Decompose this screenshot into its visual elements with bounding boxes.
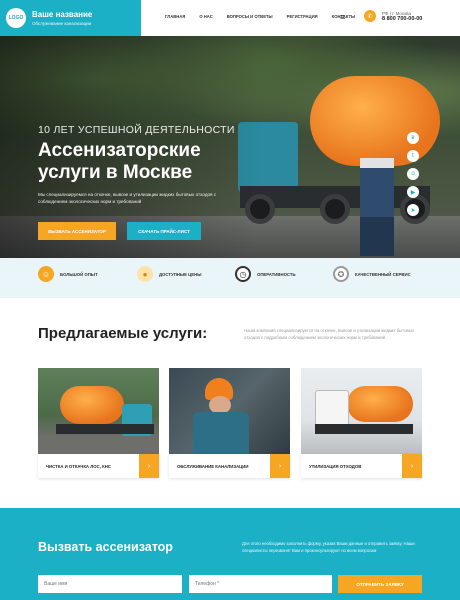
award-icon: ✪ xyxy=(333,266,349,282)
nav-item-about[interactable]: О нас xyxy=(199,14,212,19)
submit-request-button[interactable]: Отправить заявку xyxy=(338,575,422,593)
services-title: Предлагаемые услуги: xyxy=(38,325,208,342)
service-card-label: Чистка и откачка ЛОС, КНС xyxy=(46,463,111,469)
phone-icon[interactable]: ✆ xyxy=(364,10,376,22)
truck-wheel xyxy=(320,194,350,224)
call-tanker-button[interactable]: Вызвать ассенизатор xyxy=(38,222,116,240)
telegram-icon[interactable]: ➤ xyxy=(407,204,419,216)
call-request-section: Вызвать ассенизатор Для этого необходимо… xyxy=(0,508,460,600)
contact-text: РФ | г. Москва 8 800 700-00-00 xyxy=(382,11,422,22)
name-input[interactable] xyxy=(38,575,182,593)
logo[interactable]: LOGO xyxy=(6,8,26,28)
service-card-label: Утилизация отходов xyxy=(309,463,362,469)
site-tagline: Обслуживание канализации xyxy=(32,20,92,26)
brand-block[interactable]: LOGO Ваше название Обслуживание канализа… xyxy=(0,0,141,36)
twitter-icon[interactable]: t xyxy=(407,150,419,162)
services-description: Наша компания специализируется на откачк… xyxy=(244,328,414,340)
chevron-right-icon[interactable]: › xyxy=(270,454,290,478)
hero-title: Ассенизаторские услуги в Москве xyxy=(38,140,201,183)
chevron-right-icon[interactable]: › xyxy=(402,454,422,478)
feature-label: Большой опыт xyxy=(60,271,98,277)
phone-number[interactable]: 8 800 700-00-00 xyxy=(382,16,422,22)
hero-kicker: 10 лет успешной деятельности xyxy=(38,124,235,136)
service-image xyxy=(38,368,159,454)
feature-item: ● Доступные цены xyxy=(137,266,201,282)
hamburger-icon[interactable]: ≡ xyxy=(340,12,345,22)
service-image xyxy=(301,368,422,454)
service-card[interactable]: Утилизация отходов › xyxy=(301,368,422,478)
feature-item: ◷ Оперативность xyxy=(235,266,296,282)
service-card-label: Обслуживание канализации xyxy=(177,463,249,469)
brand-text: Ваше название Обслуживание канализации xyxy=(32,10,92,27)
service-card[interactable]: Обслуживание канализации › xyxy=(169,368,290,478)
service-card-footer: Чистка и откачка ЛОС, КНС › xyxy=(38,454,159,478)
clock-icon: ◷ xyxy=(235,266,251,282)
service-image xyxy=(169,368,290,454)
coins-icon: ● xyxy=(137,266,153,282)
service-card[interactable]: Чистка и откачка ЛОС, КНС › xyxy=(38,368,159,478)
feature-label: Качественный сервис xyxy=(355,271,411,277)
download-price-button[interactable]: Скачать прайс-лист xyxy=(127,222,201,240)
service-card-footer: Утилизация отходов › xyxy=(301,454,422,478)
nav-item-home[interactable]: Главная xyxy=(165,14,185,19)
feature-item: ✪ Качественный сервис xyxy=(333,266,411,282)
youtube-icon[interactable]: ▶ xyxy=(407,186,419,198)
nav-item-register[interactable]: Регистрация xyxy=(287,14,318,19)
worker-icon: ☺ xyxy=(38,266,54,282)
chevron-right-icon[interactable]: › xyxy=(139,454,159,478)
call-title: Вызвать ассенизатор xyxy=(38,540,173,554)
feature-label: Доступные цены xyxy=(159,271,202,277)
nav-item-faq[interactable]: Вопросы и ответы xyxy=(227,14,273,19)
site-header: LOGO Ваше название Обслуживание канализа… xyxy=(0,0,460,36)
phone-input[interactable] xyxy=(189,575,332,593)
vk-icon[interactable]: в xyxy=(407,132,419,144)
call-description: Для этого необходимо заполнить форму, ук… xyxy=(242,541,415,553)
service-card-footer: Обслуживание канализации › xyxy=(169,454,290,478)
header-contact: ✆ РФ | г. Москва 8 800 700-00-00 xyxy=(364,10,422,22)
odnoklassniki-icon[interactable]: о xyxy=(407,168,419,180)
tanker-truck-tank xyxy=(310,76,440,166)
social-links: в t о ▶ ➤ xyxy=(407,132,419,216)
hero-section: 10 лет успешной деятельности Ассенизатор… xyxy=(0,36,460,258)
features-bar: ☺ Большой опыт ● Доступные цены ◷ Операт… xyxy=(0,258,460,298)
feature-item: ☺ Большой опыт xyxy=(38,266,98,282)
feature-label: Оперативность xyxy=(257,271,296,277)
site-name: Ваше название xyxy=(32,9,93,19)
worker-figure xyxy=(360,158,394,256)
main-nav: Главная О нас Вопросы и ответы Регистрац… xyxy=(165,14,369,19)
hero-text: Мы специализируемся на откачке, вывозе и… xyxy=(38,192,217,204)
